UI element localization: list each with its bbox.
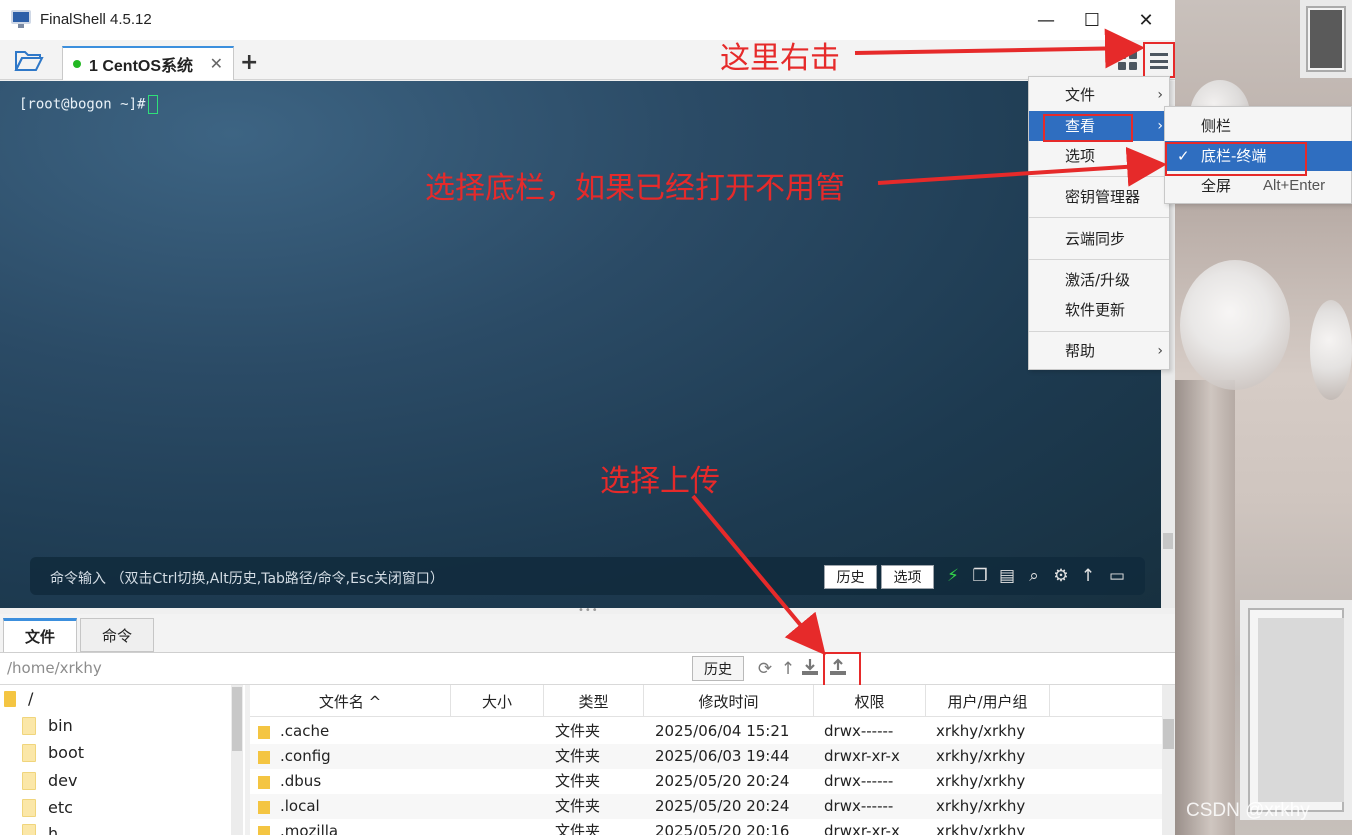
folder-icon bbox=[22, 798, 36, 817]
file-list-scrollbar[interactable] bbox=[1162, 685, 1175, 835]
connected-status-dot bbox=[73, 60, 81, 68]
table-row[interactable]: .config 文件夹 2025/06/03 19:44 drwxr-xr-x … bbox=[250, 744, 1162, 769]
annotation-right-click: 这里右击 bbox=[720, 41, 840, 76]
column-header-name[interactable]: 文件名 ^ bbox=[250, 685, 451, 717]
tree-item[interactable]: bin bbox=[22, 716, 73, 735]
tree-scrollbar[interactable] bbox=[231, 685, 243, 835]
add-tab-button[interactable]: + bbox=[240, 50, 258, 75]
parent-dir-icon[interactable]: ↑ bbox=[778, 658, 798, 680]
folder-icon bbox=[258, 726, 270, 739]
tab-label: 1 CentOS系统 bbox=[89, 58, 194, 75]
annotation-select-upload: 选择上传 bbox=[600, 464, 720, 499]
annotation-box-view bbox=[1043, 114, 1133, 142]
menu-item-key-manager[interactable]: 密钥管理器 bbox=[1029, 182, 1169, 212]
table-row[interactable]: .local 文件夹 2025/05/20 20:24 drwx------ x… bbox=[250, 794, 1162, 819]
folder-icon bbox=[22, 743, 36, 762]
session-tab-bar: 1 CentOS系统 ✕ + bbox=[0, 40, 1175, 80]
menu-item-help[interactable]: 帮助 › bbox=[1029, 336, 1169, 366]
column-header-mtime[interactable]: 修改时间 bbox=[644, 685, 814, 717]
refresh-icon[interactable]: ⟳ bbox=[755, 658, 775, 680]
close-tab-icon[interactable]: ✕ bbox=[210, 54, 223, 74]
desktop-picture-frame bbox=[1240, 600, 1352, 820]
tree-item[interactable]: etc bbox=[22, 798, 73, 817]
folder-icon bbox=[22, 771, 36, 790]
desktop-column bbox=[1175, 380, 1235, 835]
bottom-panel: 文件 命令 /home/xrkhy 历史 ⟳ ↑ / bin boot dev … bbox=[0, 614, 1175, 835]
desktop-picture-frame bbox=[1300, 0, 1352, 78]
column-header-owner[interactable]: 用户/用户组 bbox=[926, 685, 1050, 717]
menu-item-file[interactable]: 文件 › bbox=[1029, 80, 1169, 110]
search-icon[interactable]: ⌕ bbox=[1024, 566, 1044, 586]
menu-item-cloud-sync[interactable]: 云端同步 bbox=[1029, 224, 1169, 254]
folder-icon bbox=[4, 690, 16, 707]
annotation-box-upload bbox=[823, 652, 861, 687]
window-title: FinalShell 4.5.12 bbox=[40, 11, 152, 28]
folder-icon bbox=[258, 801, 270, 814]
chevron-right-icon: › bbox=[1157, 87, 1163, 103]
column-header-type[interactable]: 类型 bbox=[544, 685, 644, 717]
table-row[interactable]: .mozilla 文件夹 2025/05/20 20:16 drwxr-xr-x… bbox=[250, 819, 1162, 835]
watermark: CSDN @xrkhy bbox=[1186, 800, 1310, 821]
app-monitor-icon bbox=[11, 10, 31, 28]
menu-separator bbox=[1029, 176, 1169, 177]
file-list-header: 文件名 ^ 大小 类型 修改时间 权限 用户/用户组 bbox=[250, 685, 1162, 717]
download-icon[interactable] bbox=[800, 658, 820, 680]
menu-separator bbox=[1029, 217, 1169, 218]
tree-item[interactable]: boot bbox=[22, 743, 84, 762]
annotation-box-menu bbox=[1143, 42, 1175, 78]
folder-icon bbox=[22, 824, 36, 835]
command-input-placeholder: 命令输入 （双击Ctrl切换,Alt历史,Tab路径/命令,Esc关闭窗口） bbox=[50, 571, 444, 587]
terminal-cursor bbox=[148, 95, 159, 114]
path-bar: /home/xrkhy 历史 ⟳ ↑ bbox=[0, 652, 1175, 685]
chevron-right-icon: › bbox=[1157, 118, 1163, 134]
tab-centos-session[interactable]: 1 CentOS系统 ✕ bbox=[62, 46, 234, 80]
annotation-box-bottom-bar bbox=[1165, 142, 1307, 176]
folder-icon bbox=[22, 716, 36, 735]
up-arrow-icon[interactable]: ↑ bbox=[1078, 566, 1098, 586]
lightning-icon[interactable]: ⚡ bbox=[943, 566, 963, 586]
submenu-item-sidebar[interactable]: 侧栏 bbox=[1165, 111, 1352, 141]
tree-item[interactable]: dev bbox=[22, 771, 77, 790]
title-bar[interactable]: FinalShell 4.5.12 — ☐ ✕ bbox=[0, 0, 1175, 40]
path-input[interactable]: /home/xrkhy bbox=[7, 659, 102, 677]
menu-item-options[interactable]: 选项 bbox=[1029, 141, 1169, 171]
column-header-size[interactable]: 大小 bbox=[451, 685, 544, 717]
gear-icon[interactable]: ⚙ bbox=[1051, 566, 1071, 586]
desktop-decor-drop bbox=[1310, 300, 1352, 400]
command-input-bar[interactable]: 命令输入 （双击Ctrl切换,Alt历史,Tab路径/命令,Esc关闭窗口） 历… bbox=[30, 557, 1145, 595]
close-window-button[interactable]: ✕ bbox=[1123, 0, 1169, 40]
tree-item[interactable]: h bbox=[22, 824, 58, 835]
menu-item-activate[interactable]: 激活/升级 bbox=[1029, 265, 1169, 295]
folder-icon bbox=[258, 826, 270, 835]
tab-commands[interactable]: 命令 bbox=[80, 618, 154, 652]
desktop-decor-drop bbox=[1180, 260, 1290, 390]
folder-icon bbox=[258, 751, 270, 764]
terminal-prompt: [root@bogon ~]# bbox=[19, 95, 159, 114]
minimize-button[interactable]: — bbox=[1023, 0, 1069, 40]
annotation-select-bottom-bar: 选择底栏，如果已经打开不用管 bbox=[425, 171, 845, 206]
menu-separator bbox=[1029, 331, 1169, 332]
file-list: 文件名 ^ 大小 类型 修改时间 权限 用户/用户组 .cache 文件夹 20… bbox=[250, 685, 1175, 835]
menu-separator bbox=[1029, 259, 1169, 260]
command-history-button[interactable]: 历史 bbox=[824, 565, 877, 589]
column-header-permission[interactable]: 权限 bbox=[814, 685, 926, 717]
menu-item-update[interactable]: 软件更新 bbox=[1029, 295, 1169, 325]
paste-icon[interactable]: ▤ bbox=[997, 566, 1017, 586]
folder-icon bbox=[258, 776, 270, 789]
table-row[interactable]: .dbus 文件夹 2025/05/20 20:24 drwx------ xr… bbox=[250, 769, 1162, 794]
tab-files[interactable]: 文件 bbox=[3, 618, 77, 652]
directory-tree: / bin boot dev etc h bbox=[0, 685, 245, 835]
table-row[interactable]: .cache 文件夹 2025/06/04 15:21 drwx------ x… bbox=[250, 719, 1162, 744]
finalshell-window: FinalShell 4.5.12 — ☐ ✕ 1 CentOS系统 ✕ + [… bbox=[0, 0, 1175, 835]
layout-grid-icon[interactable] bbox=[1118, 51, 1138, 71]
path-history-button[interactable]: 历史 bbox=[692, 656, 744, 681]
command-options-button[interactable]: 选项 bbox=[881, 565, 934, 589]
copy-icon[interactable]: ❐ bbox=[970, 566, 990, 586]
window-icon[interactable]: ▭ bbox=[1107, 566, 1127, 586]
open-folder-icon[interactable] bbox=[14, 48, 46, 74]
tree-root[interactable]: / bbox=[4, 689, 33, 708]
maximize-button[interactable]: ☐ bbox=[1069, 0, 1115, 40]
terminal-area[interactable]: [root@bogon ~]# bbox=[0, 81, 1161, 608]
chevron-right-icon: › bbox=[1157, 343, 1163, 359]
